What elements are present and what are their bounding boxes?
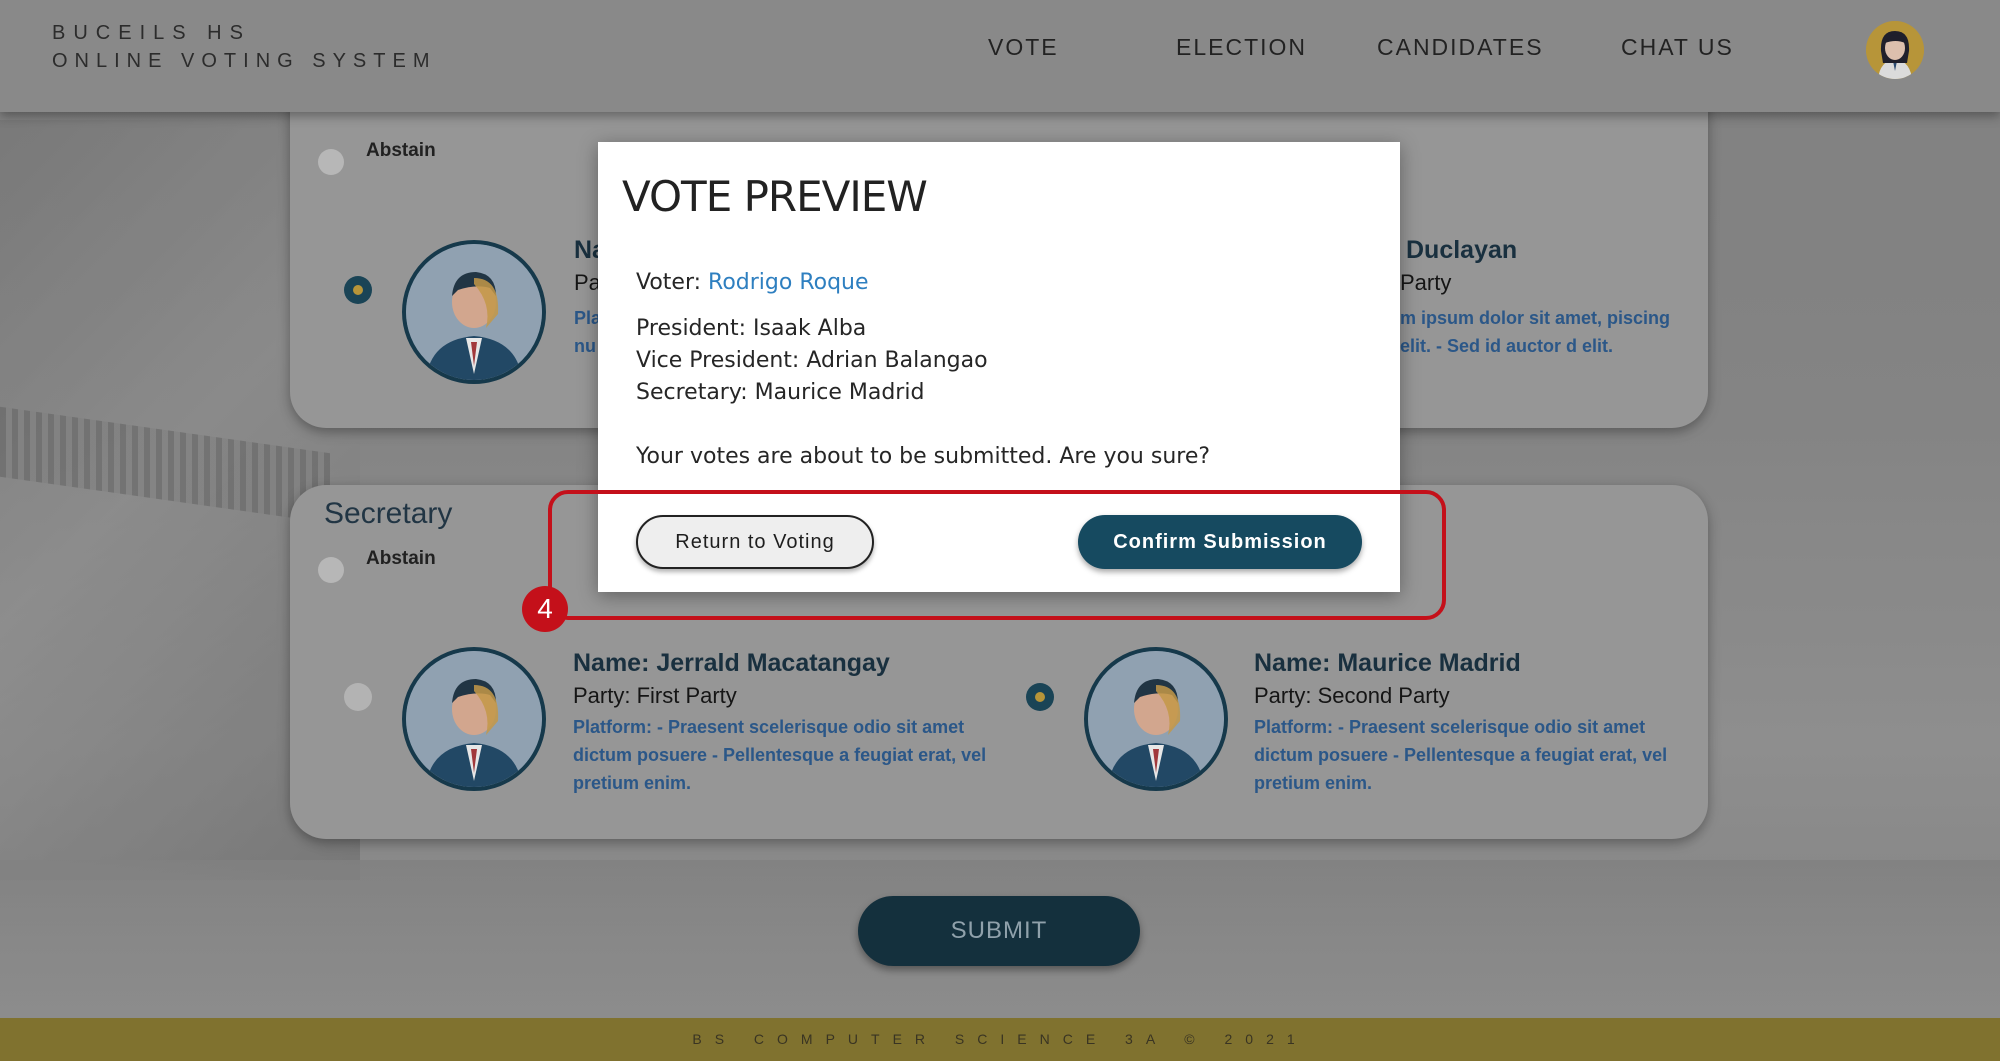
secretary-candidate-1-name: Name: Jerrald Macatangay [573, 649, 890, 677]
annotation-highlight-box [548, 490, 1446, 620]
vp-candidate-1-portrait [402, 240, 546, 384]
secretary-candidate-2-name: Name: Maurice Madrid [1254, 649, 1521, 677]
secretary-candidate-1-party: Party: First Party [573, 683, 737, 708]
voter-name-link[interactable]: Rodrigo Roque [708, 270, 869, 295]
vp-abstain-radio[interactable] [318, 149, 344, 175]
annotation-step-badge: 4 [522, 586, 568, 632]
secretary-choice: Secretary: Maurice Madrid [636, 380, 925, 405]
secretary-title: Secretary [324, 497, 453, 530]
vp-candidate-2-name: Duclayan [1406, 236, 1518, 264]
nav-election[interactable]: ELECTION [1176, 34, 1307, 61]
brand-subtitle: ONLINE VOTING SYSTEM [52, 50, 437, 72]
top-header: BUCEILS HS ONLINE VOTING SYSTEM VOTE ELE… [0, 0, 2000, 112]
secretary-abstain-label: Abstain [366, 548, 436, 569]
secretary-abstain-radio[interactable] [318, 557, 344, 583]
nav-chat-us[interactable]: CHAT US [1621, 34, 1734, 61]
president-choice: President: Isaak Alba [636, 316, 867, 341]
user-avatar-icon[interactable] [1866, 21, 1924, 79]
brand-name: BUCEILS HS [52, 22, 251, 44]
voter-label: Voter: [636, 270, 709, 295]
vp-candidate-1-party: Pa [574, 270, 601, 295]
footer: BS COMPUTER SCIENCE 3A © 2021 [0, 1018, 2000, 1061]
modal-title: VOTE PREVIEW [622, 172, 928, 221]
secretary-candidate-1-radio[interactable] [344, 683, 372, 711]
submit-button[interactable]: SUBMIT [858, 896, 1140, 966]
voter-line: Voter: Rodrigo Roque [636, 270, 869, 295]
secretary-candidate-1-portrait [402, 647, 546, 791]
secretary-candidate-2-radio[interactable] [1026, 683, 1054, 711]
vice-president-choice: Vice President: Adrian Balangao [636, 348, 988, 373]
nav-vote[interactable]: VOTE [988, 34, 1059, 61]
secretary-candidate-1-platform: Platform: - Praesent scelerisque odio si… [573, 717, 987, 793]
vp-candidate-1-radio[interactable] [344, 276, 372, 304]
vp-abstain-label: Abstain [366, 140, 436, 161]
nav-candidates[interactable]: CANDIDATES [1377, 34, 1544, 61]
confirm-prompt: Your votes are about to be submitted. Ar… [636, 444, 1211, 469]
vp-candidate-2-platform: m ipsum dolor sit amet, piscing elit. - … [1400, 308, 1671, 356]
secretary-candidate-2-portrait [1084, 647, 1228, 791]
secretary-candidate-2-platform: Platform: - Praesent scelerisque odio si… [1254, 717, 1668, 793]
vp-candidate-2-party: Party [1400, 270, 1452, 295]
secretary-candidate-2-party: Party: Second Party [1254, 683, 1450, 708]
